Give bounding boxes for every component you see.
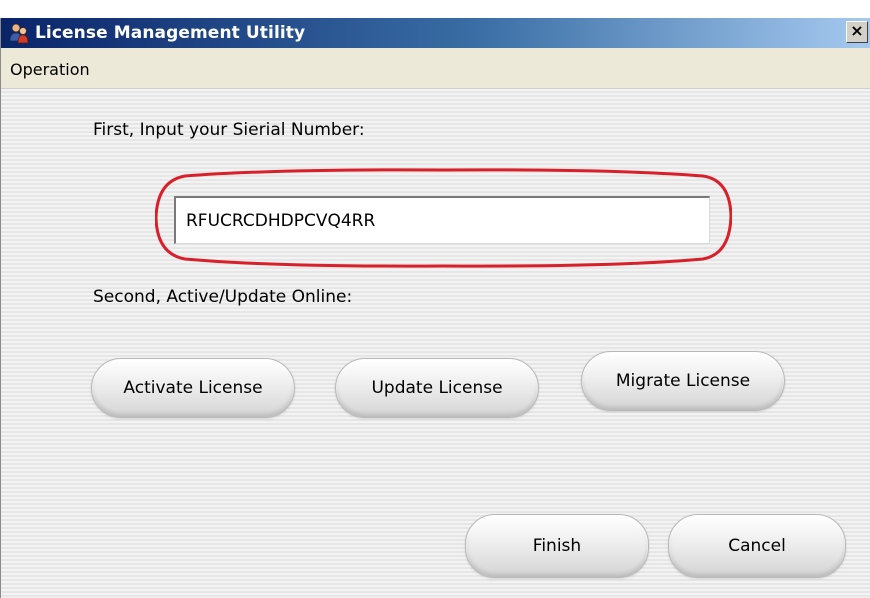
- menu-operation[interactable]: Operation: [10, 60, 90, 79]
- finish-button[interactable]: Finish: [465, 514, 649, 578]
- update-license-button[interactable]: Update License: [335, 358, 539, 418]
- close-icon: ×: [850, 21, 864, 40]
- menu-bar: Operation: [1, 48, 870, 89]
- activate-license-button[interactable]: Activate License: [91, 358, 295, 418]
- migrate-license-button[interactable]: Migrate License: [581, 351, 785, 411]
- activation-label: Second, Active/Update Online:: [93, 287, 353, 307]
- serial-number-input[interactable]: [174, 196, 710, 244]
- license-management-window: License Management Utility × Operation F…: [0, 18, 870, 598]
- title-bar[interactable]: License Management Utility ×: [1, 18, 870, 48]
- close-button[interactable]: ×: [846, 21, 868, 43]
- serial-number-label: First, Input your Sierial Number:: [93, 120, 365, 140]
- cancel-button[interactable]: Cancel: [668, 514, 846, 578]
- users-icon: [9, 23, 29, 44]
- window-title: License Management Utility: [35, 23, 306, 43]
